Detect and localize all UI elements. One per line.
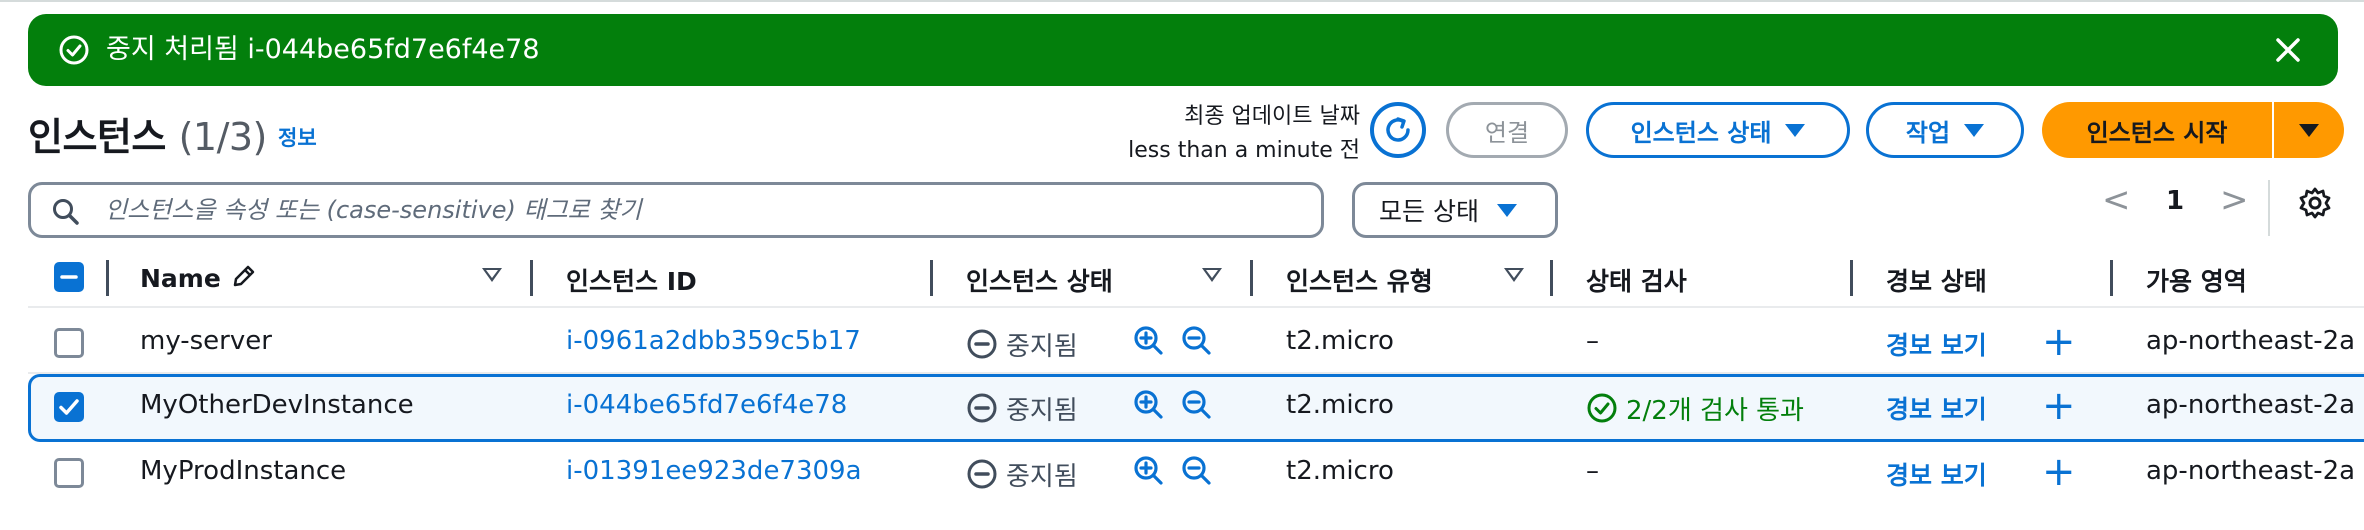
- instance-name: MyOtherDevInstance: [140, 390, 414, 420]
- add-alarm-icon[interactable]: +: [2042, 322, 2076, 362]
- refresh-icon: [1386, 117, 1410, 142]
- actions-dropdown-label: 작업: [1905, 118, 1951, 147]
- top-border: [0, 0, 2364, 2]
- sort-icon[interactable]: [1504, 268, 1524, 282]
- availability-zone: ap-northeast-2a: [2146, 326, 2356, 356]
- page-title: 인스턴스 (1/3): [28, 106, 267, 161]
- search-icon: [53, 199, 79, 225]
- next-page-button[interactable]: >: [2220, 180, 2249, 220]
- add-alarm-icon[interactable]: +: [2042, 452, 2076, 492]
- launch-instance-label: 인스턴스 시작: [2086, 118, 2228, 147]
- success-flash-banner: 중지 처리됨 i-044be65fd7e6f4e78: [28, 14, 2338, 86]
- availability-zone: ap-northeast-2a: [2146, 390, 2356, 420]
- instance-id-link[interactable]: i-0961a2dbb359c5b17: [566, 326, 861, 356]
- search-placeholder: 인스턴스을 속성 또는 (case-sensitive) 태그로 찾기: [105, 196, 642, 224]
- column-divider: [1550, 260, 1553, 296]
- instance-state-dropdown-label: 인스턴스 상태: [1630, 118, 1772, 147]
- column-divider: [1250, 260, 1253, 296]
- connect-button-label: 연결: [1484, 118, 1530, 147]
- check-circle-icon: [1587, 393, 1617, 423]
- launch-instance-button[interactable]: 인스턴스 시작: [2042, 102, 2272, 158]
- column-header-instance-state[interactable]: 인스턴스 상태: [966, 262, 1113, 298]
- instance-type: t2.micro: [1286, 456, 1394, 486]
- indeterminate-icon: [60, 275, 78, 279]
- divider: [2268, 180, 2270, 236]
- view-alarms-link[interactable]: 경보 보기: [1886, 326, 1987, 362]
- instance-id-link[interactable]: i-01391ee923de7309a: [566, 456, 862, 486]
- check-circle-icon: [59, 35, 89, 65]
- column-header-alarm-status[interactable]: 경보 상태: [1886, 262, 1987, 298]
- column-header-availability-zone[interactable]: 가용 영역: [2146, 262, 2247, 298]
- instance-state-dropdown[interactable]: 인스턴스 상태: [1586, 102, 1850, 158]
- flash-message: 중지 처리됨 i-044be65fd7e6f4e78: [106, 34, 540, 65]
- caret-down-icon: [1496, 203, 1517, 217]
- stopped-icon: [967, 329, 997, 359]
- zoom-out-icon[interactable]: [1180, 324, 1214, 358]
- column-divider: [930, 260, 933, 296]
- zoom-in-icon[interactable]: [1132, 454, 1166, 488]
- current-page[interactable]: 1: [2166, 186, 2184, 216]
- selection-count: (1/3): [178, 115, 268, 159]
- select-all-checkbox[interactable]: [54, 262, 84, 292]
- zoom-in-icon[interactable]: [1132, 388, 1166, 422]
- status-check: 2/2개 검사 통과: [1626, 396, 1804, 426]
- view-alarms-link[interactable]: 경보 보기: [1886, 456, 1987, 492]
- zoom-out-icon[interactable]: [1180, 388, 1214, 422]
- caret-down-icon: [1785, 123, 1806, 137]
- status-check: –: [1586, 326, 1599, 356]
- sort-icon[interactable]: [1202, 268, 1222, 282]
- status-check: –: [1586, 456, 1599, 486]
- column-divider: [2110, 260, 2113, 296]
- add-alarm-icon[interactable]: +: [2042, 386, 2076, 426]
- actions-dropdown[interactable]: 작업: [1866, 102, 2024, 158]
- instance-state: 중지됨: [1006, 396, 1078, 426]
- page-title-text: 인스턴스: [28, 115, 166, 159]
- stopped-icon: [967, 459, 997, 489]
- instance-name: my-server: [140, 326, 272, 356]
- caret-down-icon: [1964, 123, 1985, 137]
- column-header-instance-id[interactable]: 인스턴스 ID: [566, 262, 697, 298]
- column-divider: [530, 260, 533, 296]
- availability-zone: ap-northeast-2a: [2146, 456, 2356, 486]
- launch-instance-menu-button[interactable]: [2274, 102, 2344, 158]
- column-header-name-label: Name: [140, 264, 221, 293]
- column-header-name[interactable]: Name: [140, 262, 258, 293]
- search-input[interactable]: 인스턴스을 속성 또는 (case-sensitive) 태그로 찾기: [28, 182, 1324, 238]
- stopped-icon: [967, 393, 997, 423]
- row-checkbox[interactable]: [54, 458, 84, 488]
- edit-icon: [233, 265, 254, 287]
- close-icon[interactable]: [2272, 34, 2304, 66]
- sort-icon[interactable]: [482, 268, 502, 282]
- previous-page-button[interactable]: <: [2102, 180, 2131, 220]
- instance-state: 중지됨: [1006, 332, 1078, 362]
- last-updated-value: less than a minute 전: [1128, 138, 1360, 163]
- row-checkbox[interactable]: [54, 392, 84, 422]
- column-divider: [1850, 260, 1853, 296]
- table-header-divider: [28, 306, 2364, 308]
- column-header-instance-type[interactable]: 인스턴스 유형: [1286, 262, 1433, 298]
- column-divider: [106, 260, 109, 296]
- view-alarms-link[interactable]: 경보 보기: [1886, 390, 1987, 426]
- last-updated-label: 최종 업데이트 날짜: [1184, 104, 1360, 129]
- info-link[interactable]: 정보: [278, 122, 317, 152]
- state-filter-value: 모든 상태: [1379, 197, 1479, 226]
- instance-type: t2.micro: [1286, 390, 1394, 420]
- refresh-button[interactable]: [1370, 102, 1426, 158]
- row-checkbox[interactable]: [54, 328, 84, 358]
- last-updated: 최종 업데이트 날짜 less than a minute 전: [1128, 100, 1360, 168]
- caret-down-icon: [2299, 123, 2319, 137]
- instance-state: 중지됨: [1006, 462, 1078, 492]
- zoom-in-icon[interactable]: [1132, 324, 1166, 358]
- column-header-status-check[interactable]: 상태 검사: [1586, 262, 1687, 298]
- instance-name: MyProdInstance: [140, 456, 347, 486]
- state-filter-select[interactable]: 모든 상태: [1352, 182, 1558, 238]
- gear-icon[interactable]: [2298, 186, 2332, 220]
- instance-type: t2.micro: [1286, 326, 1394, 356]
- connect-button[interactable]: 연결: [1446, 102, 1568, 158]
- instance-id-link[interactable]: i-044be65fd7e6f4e78: [566, 390, 847, 420]
- checkmark-icon: [59, 399, 79, 415]
- zoom-out-icon[interactable]: [1180, 454, 1214, 488]
